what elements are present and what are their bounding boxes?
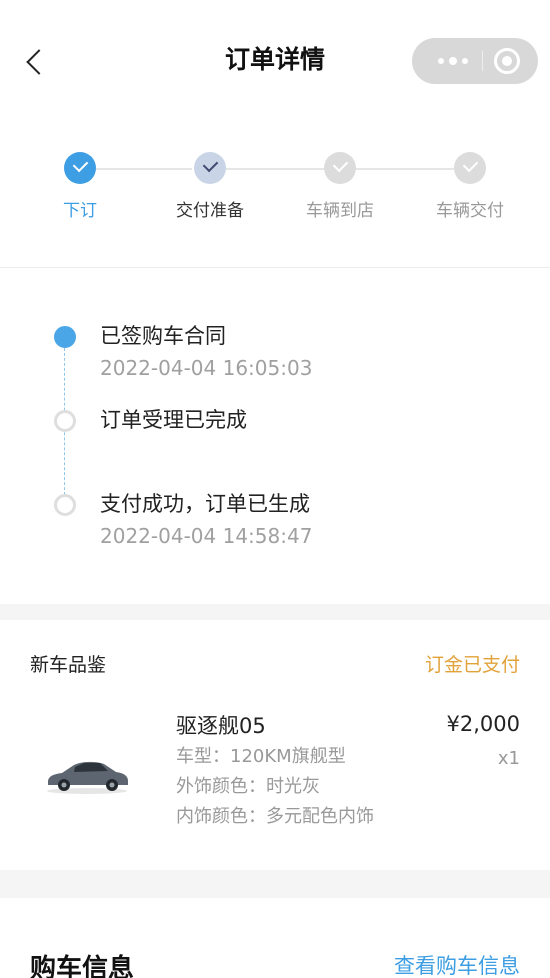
- timeline-text: 已签购车合同: [100, 324, 226, 348]
- timeline-dot: [54, 494, 76, 516]
- timeline-time: 2022-04-04 14:58:47: [100, 524, 313, 548]
- close-mini-program-icon[interactable]: [494, 48, 520, 74]
- capsule-divider: [482, 51, 483, 71]
- check-icon: [194, 152, 226, 184]
- timeline-dot: [54, 326, 76, 348]
- payment-status: 订金已支付: [424, 654, 520, 676]
- view-purchase-info-link[interactable]: 查看购车信息: [394, 950, 520, 978]
- product-exterior-color: 外饰颜色：时光灰: [176, 776, 320, 797]
- product-interior-color: 内饰颜色：多元配色内饰: [176, 806, 374, 827]
- more-icon[interactable]: [430, 38, 476, 84]
- step-vehicle-arrival: 车辆到店: [280, 152, 400, 221]
- order-progress: 下订 交付准备 车辆到店 车辆交付: [0, 120, 550, 268]
- car-image: [47, 761, 128, 794]
- purchase-info-section: 购车信息 查看购车信息: [0, 898, 550, 978]
- order-card: 新车品鉴 订金已支付 驱逐舰05 车型：120KM旗舰型 外饰颜色：时光灰 内饰…: [0, 620, 550, 870]
- step-label: 车辆交付: [436, 201, 504, 221]
- product-quantity: x1: [497, 748, 520, 769]
- product-name: 驱逐舰05: [176, 714, 266, 738]
- section-title: 购车信息: [30, 954, 135, 978]
- step-vehicle-delivery: 车辆交付: [410, 152, 530, 221]
- step-label: 交付准备: [176, 201, 244, 221]
- step-label: 下订: [63, 201, 97, 221]
- timeline-time: 2022-04-04 16:05:03: [100, 356, 313, 380]
- timeline-dot: [54, 410, 76, 432]
- product-model: 车型：120KM旗舰型: [176, 746, 346, 767]
- step-delivery-prep: 交付准备: [150, 152, 270, 221]
- check-icon: [454, 152, 486, 184]
- order-timeline: 已签购车合同 2022-04-04 16:05:03 订单受理已完成 支付成功，…: [0, 268, 550, 604]
- product-price: ¥2,000: [446, 712, 520, 736]
- timeline-text: 订单受理已完成: [100, 408, 247, 432]
- navigation-bar: 订单详情: [0, 0, 550, 120]
- check-icon: [64, 152, 96, 184]
- mini-program-capsule: [412, 38, 538, 84]
- section-title: 新车品鉴: [30, 654, 107, 676]
- step-label: 车辆到店: [306, 201, 374, 221]
- timeline-text: 支付成功，订单已生成: [100, 492, 310, 516]
- check-icon: [324, 152, 356, 184]
- step-ordered: 下订: [20, 152, 140, 221]
